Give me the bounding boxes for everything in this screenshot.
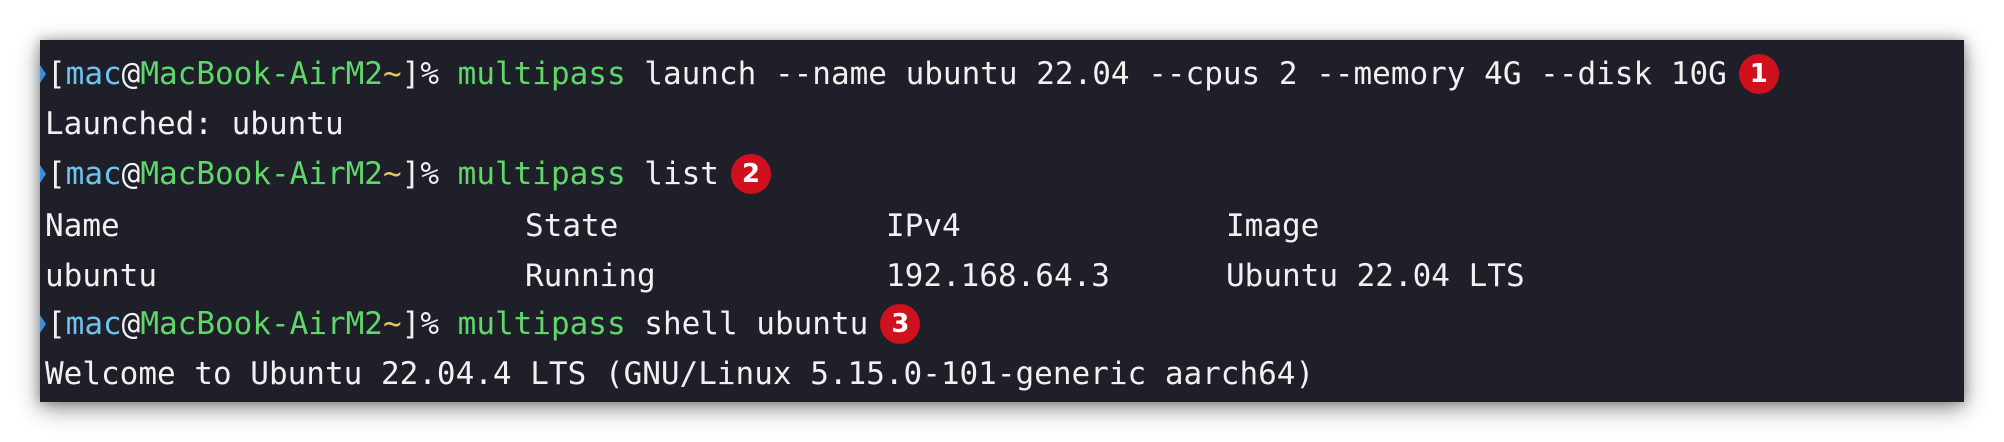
- prompt-close-bracket: ]: [401, 156, 421, 192]
- table-cell-ipv4: 192.168.64.3: [886, 258, 1110, 294]
- table-cell-state: Running: [525, 258, 656, 294]
- prompt-user: mac: [65, 156, 122, 192]
- chevron-right-icon: [40, 315, 46, 333]
- prompt-user: mac: [65, 306, 122, 342]
- command-args: shell ubuntu: [625, 306, 869, 342]
- prompt-at: @: [121, 306, 141, 342]
- command-args: list: [625, 156, 719, 192]
- prompt-symbol: %: [420, 56, 458, 92]
- command-line-list: [ mac @ MacBook-AirM2 ~ ] % multipass li…: [40, 149, 771, 199]
- output-launch: Launched: ubuntu: [40, 99, 344, 149]
- prompt-user: mac: [65, 56, 122, 92]
- table-header-name: Name: [45, 208, 120, 244]
- output-text: Welcome to Ubuntu 22.04.4 LTS (GNU/Linux…: [45, 356, 1315, 392]
- prompt-cwd: ~: [382, 156, 402, 192]
- command-line-launch: [ mac @ MacBook-AirM2 ~ ] % multipass la…: [40, 49, 1779, 99]
- table-header-ipv4: IPv4: [886, 208, 961, 244]
- prompt-host: MacBook-AirM2: [140, 56, 383, 92]
- table-cell-name: ubuntu: [45, 258, 157, 294]
- table-header-state: State: [525, 208, 619, 244]
- table-header-image: Image: [1226, 208, 1320, 244]
- prompt-open-bracket: [: [47, 56, 66, 92]
- command-line-shell: [ mac @ MacBook-AirM2 ~ ] % multipass sh…: [40, 299, 921, 349]
- list-table-header: Name State IPv4 Image: [40, 199, 1964, 249]
- prompt-cwd: ~: [382, 306, 402, 342]
- prompt-close-bracket: ]: [401, 306, 421, 342]
- output-text: Launched: ubuntu: [45, 106, 344, 142]
- output-welcome: Welcome to Ubuntu 22.04.4 LTS (GNU/Linux…: [40, 349, 1314, 399]
- prompt-host: MacBook-AirM2: [140, 156, 383, 192]
- terminal-window[interactable]: [ mac @ MacBook-AirM2 ~ ] % multipass la…: [40, 40, 1964, 402]
- prompt-host: MacBook-AirM2: [140, 306, 383, 342]
- command-program: multipass: [457, 156, 626, 192]
- command-args: launch --name ubuntu 22.04 --cpus 2 --me…: [625, 56, 1727, 92]
- prompt-symbol: %: [420, 156, 458, 192]
- prompt-open-bracket: [: [47, 306, 66, 342]
- prompt-cwd: ~: [382, 56, 402, 92]
- prompt-at: @: [121, 156, 141, 192]
- prompt-at: @: [121, 56, 141, 92]
- prompt-symbol: %: [420, 306, 458, 342]
- prompt-open-bracket: [: [47, 156, 66, 192]
- table-row: ubuntu Running 192.168.64.3 Ubuntu 22.04…: [40, 249, 1964, 299]
- prompt-close-bracket: ]: [401, 56, 421, 92]
- step-badge: 2: [730, 154, 771, 194]
- chevron-right-icon: [40, 165, 46, 183]
- command-program: multipass: [457, 306, 626, 342]
- step-badge: 3: [880, 304, 921, 344]
- chevron-right-icon: [40, 65, 46, 83]
- table-cell-image: Ubuntu 22.04 LTS: [1226, 258, 1525, 294]
- command-program: multipass: [457, 56, 626, 92]
- step-badge: 1: [1738, 54, 1779, 94]
